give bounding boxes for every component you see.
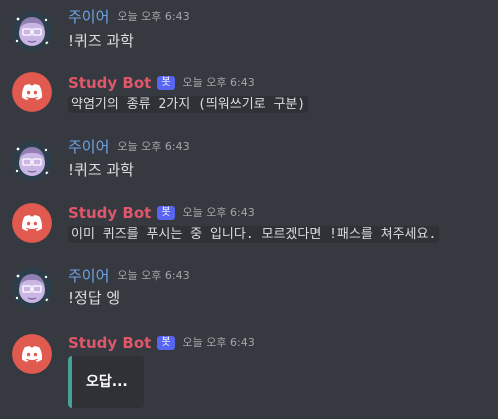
author-name[interactable]: Study Bot <box>68 73 151 93</box>
message-content: 이미 퀴즈를 푸시는 중 입니다. 모르겠다면 !패스를 쳐주세요. <box>68 225 440 245</box>
inline-code: 약염기의 종류 2가지 (띄워쓰기로 구분) <box>68 96 309 113</box>
bot-tag-badge: 봇 <box>157 76 175 90</box>
user-avatar-icon[interactable] <box>12 268 52 308</box>
bot-tag-badge: 봇 <box>157 206 175 220</box>
message-header: 주이어 오늘 오후 6:43 <box>68 7 190 27</box>
message-timestamp[interactable]: 오늘 오후 6:43 <box>183 203 255 223</box>
discord-bot-avatar-icon[interactable] <box>12 203 52 243</box>
author-name[interactable]: Study Bot <box>68 333 151 353</box>
message-embed: 오답... <box>68 356 144 408</box>
author-name[interactable]: 주이어 <box>68 137 109 157</box>
user-avatar-icon[interactable] <box>12 141 52 181</box>
embed-title: 오답... <box>86 374 128 390</box>
message-timestamp[interactable]: 오늘 오후 6:43 <box>117 137 189 157</box>
message-timestamp[interactable]: 오늘 오후 6:43 <box>117 266 189 286</box>
message-content: !퀴즈 과학 <box>68 32 134 50</box>
message-header: Study Bot 봇 오늘 오후 6:43 <box>68 73 255 93</box>
message-header: 주이어 오늘 오후 6:43 <box>68 266 190 286</box>
message-header: Study Bot 봇 오늘 오후 6:43 <box>68 333 255 353</box>
inline-code: 이미 퀴즈를 푸시는 중 입니다. 모르겠다면 !패스를 쳐주세요. <box>68 226 440 243</box>
discord-bot-avatar-icon[interactable] <box>12 334 52 374</box>
message-header: 주이어 오늘 오후 6:43 <box>68 137 190 157</box>
message-content: !정답 엥 <box>68 289 121 307</box>
message-timestamp[interactable]: 오늘 오후 6:43 <box>117 7 189 27</box>
bot-tag-badge: 봇 <box>157 336 175 350</box>
discord-bot-avatar-icon[interactable] <box>12 72 52 112</box>
author-name[interactable]: 주이어 <box>68 266 109 286</box>
message-timestamp[interactable]: 오늘 오후 6:43 <box>183 73 255 93</box>
message-timestamp[interactable]: 오늘 오후 6:43 <box>183 333 255 353</box>
message-content: !퀴즈 과학 <box>68 161 134 179</box>
author-name[interactable]: Study Bot <box>68 203 151 223</box>
message-content: 약염기의 종류 2가지 (띄워쓰기로 구분) <box>68 95 309 115</box>
chat-message-list: 주이어 오늘 오후 6:43 !퀴즈 과학 Study Bot 봇 오늘 오후 … <box>0 0 498 419</box>
author-name[interactable]: 주이어 <box>68 7 109 27</box>
message-header: Study Bot 봇 오늘 오후 6:43 <box>68 203 255 223</box>
user-avatar-icon[interactable] <box>12 11 52 51</box>
